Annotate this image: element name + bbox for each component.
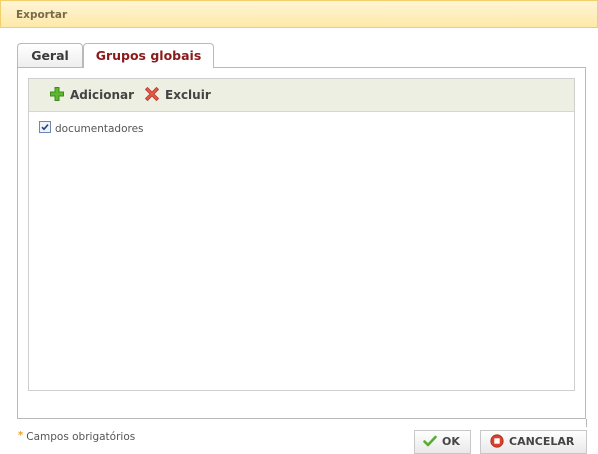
- groups-list-container: Adicionar Excluir documentadores: [28, 78, 575, 391]
- ok-button-label: OK: [442, 435, 460, 448]
- plus-icon: [49, 86, 65, 102]
- dialog-titlebar[interactable]: Exportar: [0, 0, 598, 28]
- cancel-button-label: CANCELAR: [509, 435, 575, 448]
- add-button[interactable]: Adicionar: [49, 86, 134, 104]
- export-dialog: Exportar Geral Grupos globais Adicionar: [0, 0, 598, 454]
- required-marker: *: [18, 430, 24, 441]
- ok-button[interactable]: OK: [414, 430, 471, 454]
- group-label: documentadores: [55, 123, 144, 135]
- group-checkbox[interactable]: [39, 121, 51, 133]
- panel-edge: [586, 419, 587, 427]
- tab-panel: Adicionar Excluir documentadores: [17, 67, 586, 419]
- check-icon: [423, 434, 437, 448]
- required-fields-note: * Campos obrigatórios: [18, 430, 135, 443]
- cancel-button[interactable]: CANCELAR: [480, 430, 587, 454]
- required-note-text: Campos obrigatórios: [26, 431, 136, 443]
- tab-geral[interactable]: Geral: [17, 43, 83, 67]
- add-button-label: Adicionar: [70, 88, 135, 102]
- dialog-title: Exportar: [16, 9, 68, 21]
- tab-grupos-globais[interactable]: Grupos globais: [83, 43, 214, 68]
- x-icon: [144, 86, 160, 102]
- delete-button-label: Excluir: [165, 88, 211, 102]
- list-item: documentadores: [39, 121, 144, 135]
- delete-button[interactable]: Excluir: [144, 86, 211, 104]
- stop-icon: [490, 434, 504, 448]
- groups-toolbar: Adicionar Excluir: [29, 79, 574, 112]
